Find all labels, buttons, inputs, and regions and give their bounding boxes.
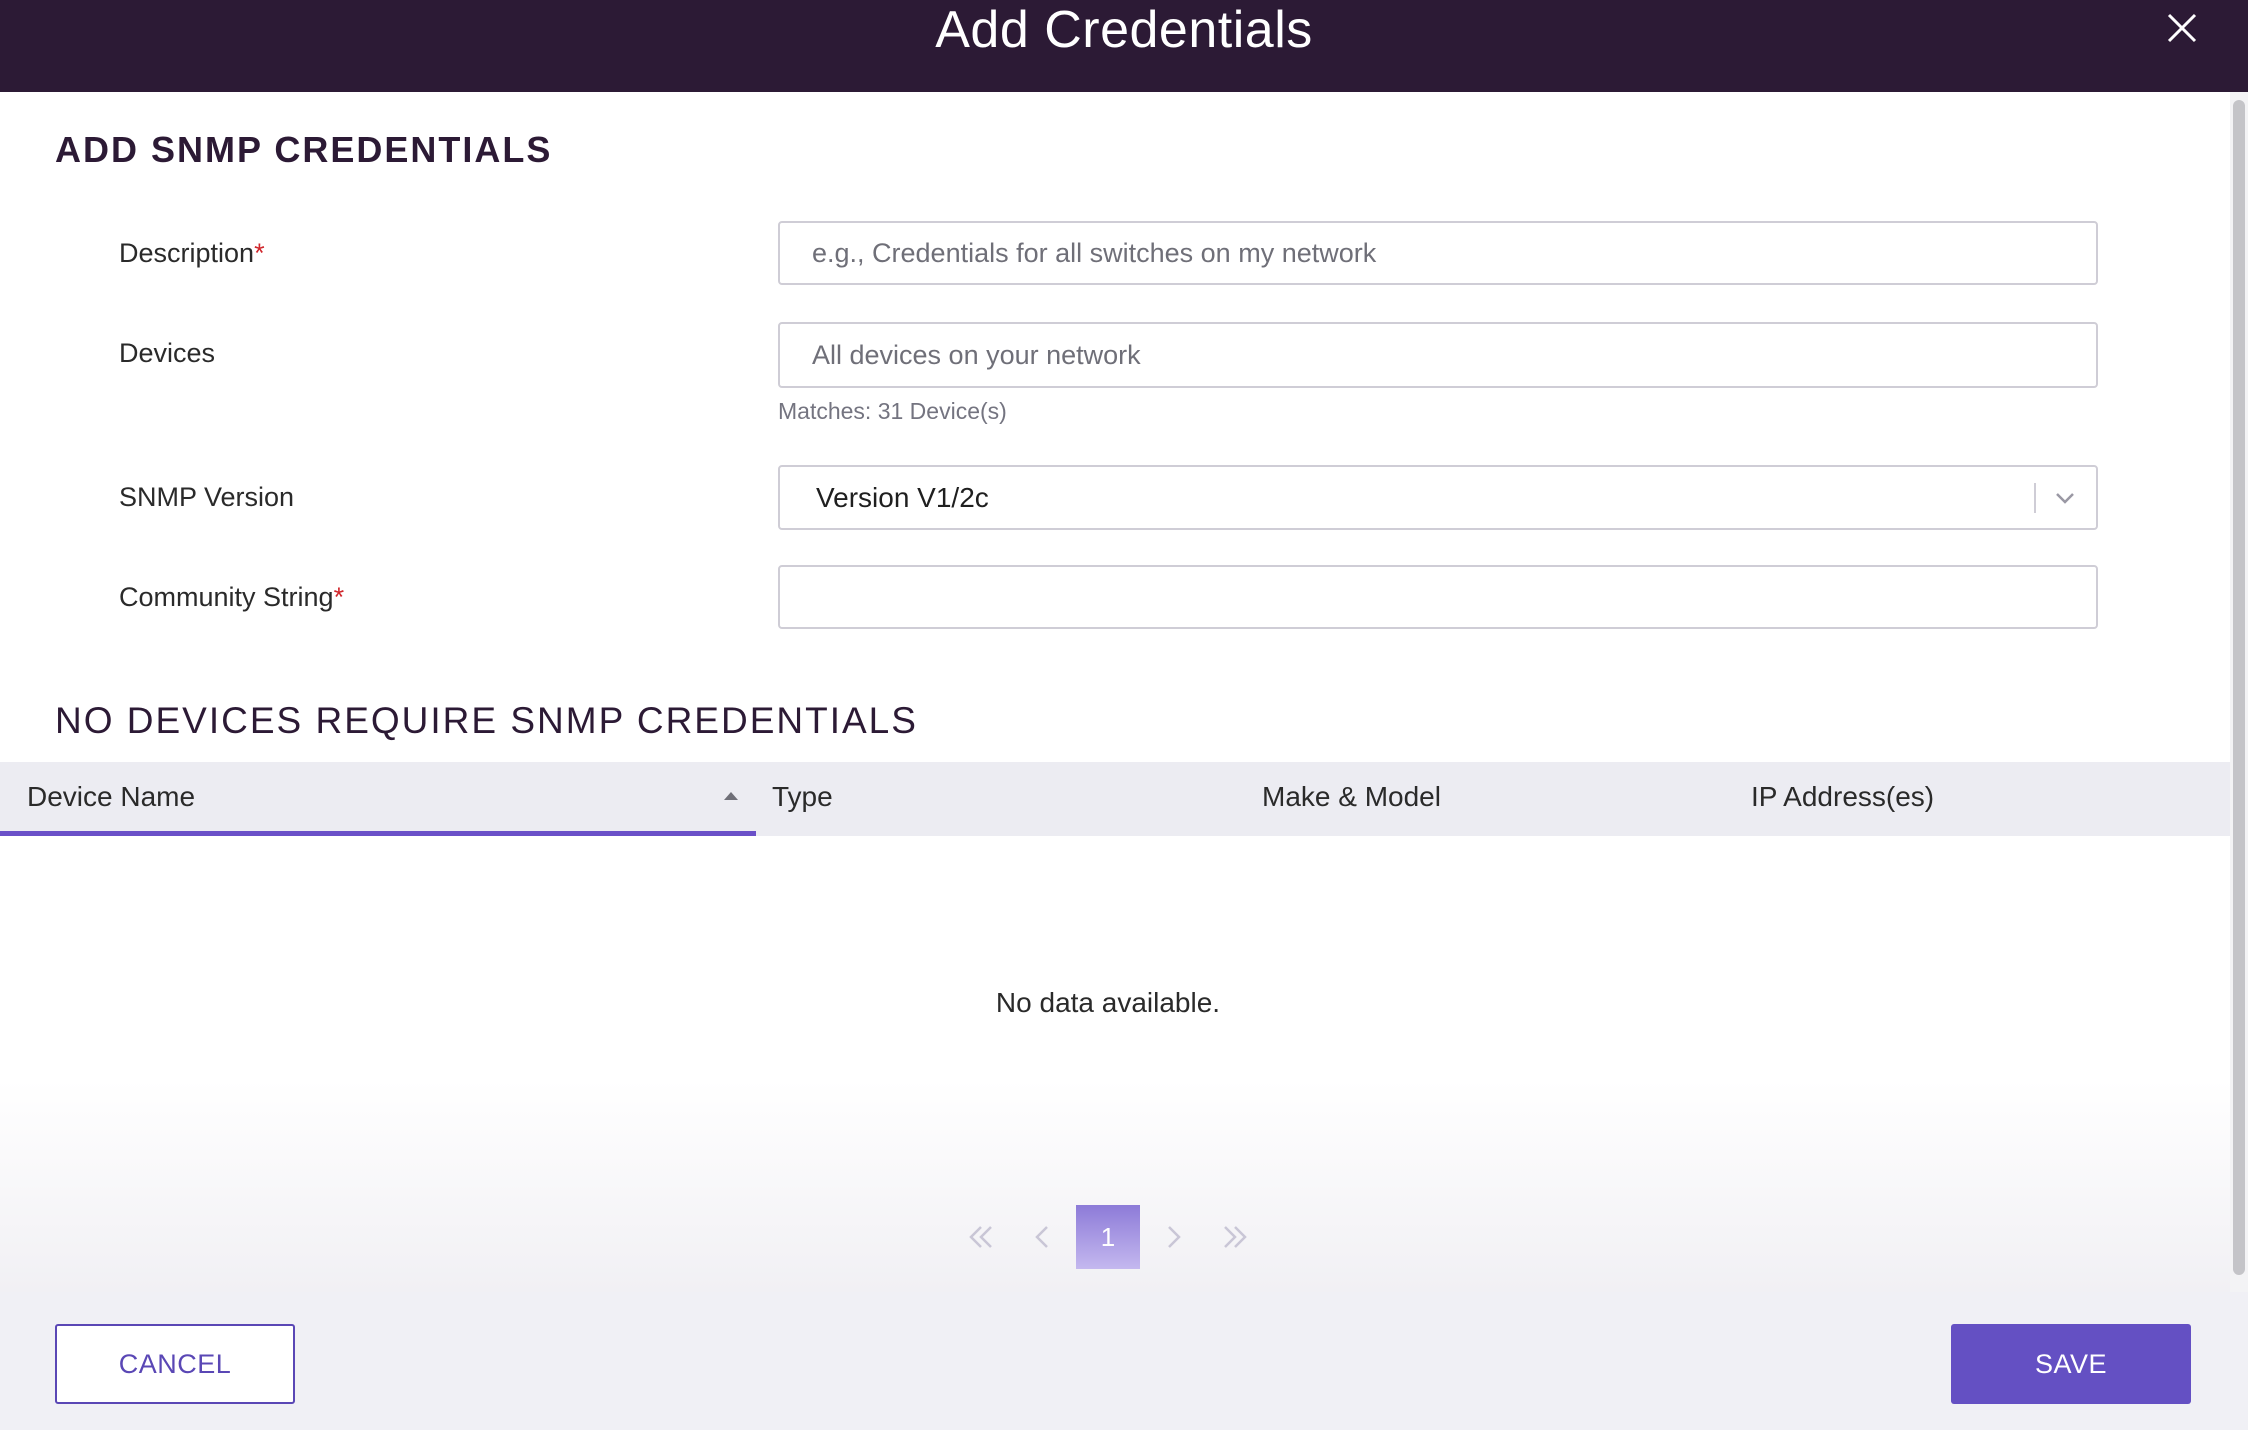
close-icon <box>2167 13 2197 43</box>
community-string-label: Community String* <box>119 582 345 612</box>
scrollbar-thumb[interactable] <box>2233 100 2245 1275</box>
section-title: ADD SNMP CREDENTIALS <box>55 129 553 170</box>
modal-title: Add Credentials <box>935 1 1313 59</box>
last-page-button[interactable] <box>1216 1205 1256 1269</box>
required-mark: * <box>333 582 345 612</box>
devices-label: Devices <box>119 338 216 368</box>
previous-page-button[interactable] <box>1022 1205 1062 1269</box>
column-header-type[interactable]: Type <box>772 762 833 836</box>
first-page-button[interactable] <box>960 1205 1000 1269</box>
snmp-version-label: SNMP Version <box>119 482 295 512</box>
next-page-button[interactable] <box>1154 1205 1194 1269</box>
select-divider <box>2034 483 2036 513</box>
required-mark: * <box>254 238 265 268</box>
close-button[interactable] <box>2164 10 2200 46</box>
table-header: Device Name Type Make & Model IP Address… <box>0 762 2230 836</box>
devices-input[interactable] <box>778 322 2098 388</box>
page-number-current[interactable]: 1 <box>1076 1205 1140 1269</box>
snmp-version-select[interactable]: Version V1/2c <box>778 465 2098 530</box>
double-chevron-left-icon <box>969 1226 992 1248</box>
community-string-input[interactable] <box>778 565 2098 629</box>
devices-matches-text: Matches: 31 Device(s) <box>778 398 1007 424</box>
snmp-version-selected: Version V1/2c <box>816 482 989 513</box>
save-button[interactable]: SAVE <box>1951 1324 2191 1404</box>
sort-ascending-icon <box>724 792 738 800</box>
device-list-title: NO DEVICES REQUIRE SNMP CREDENTIALS <box>55 700 918 741</box>
add-credentials-modal: Add Credentials ADD SNMP CREDENTIALS Des… <box>0 0 2248 1430</box>
chevron-down-icon <box>2056 493 2074 504</box>
column-header-make-model[interactable]: Make & Model <box>1262 762 1441 836</box>
cancel-button[interactable]: CANCEL <box>55 1324 295 1404</box>
description-label: Description* <box>119 238 265 268</box>
chevron-right-icon <box>1168 1226 1181 1248</box>
description-input[interactable] <box>778 221 2098 285</box>
double-chevron-right-icon <box>1224 1226 1247 1248</box>
table-empty-message: No data available. <box>995 987 1221 1018</box>
column-header-device-name[interactable]: Device Name <box>0 762 756 836</box>
modal-header: Add Credentials <box>0 0 2248 92</box>
modal-footer: CANCEL SAVE <box>0 1292 2248 1430</box>
chevron-left-icon <box>1035 1226 1048 1248</box>
column-header-ip-address[interactable]: IP Address(es) <box>1751 762 1934 836</box>
